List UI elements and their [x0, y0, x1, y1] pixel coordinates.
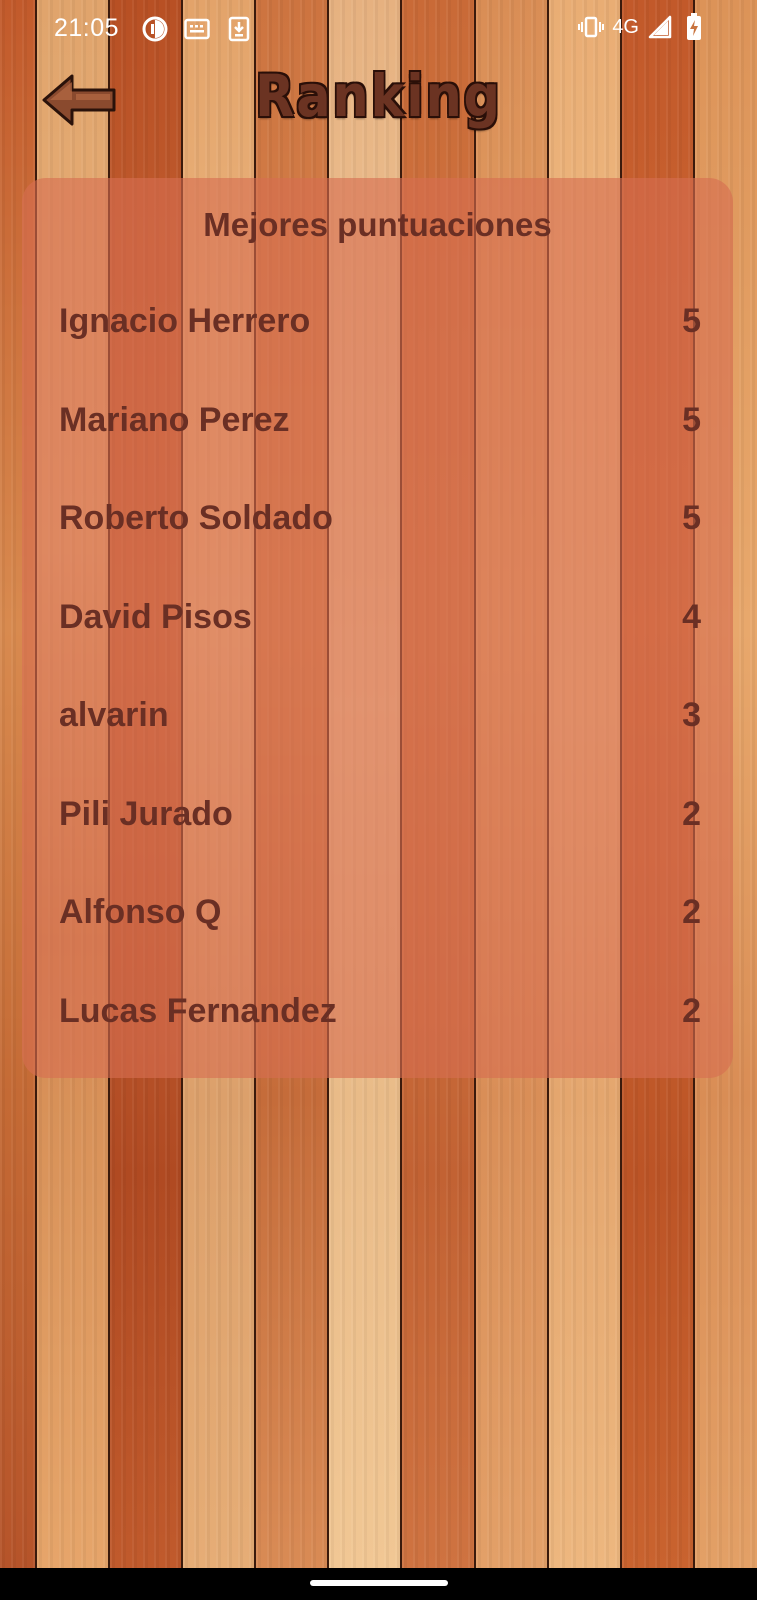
player-score: 2 — [682, 991, 701, 1030]
player-score: 2 — [682, 893, 701, 931]
ranking-list: Ignacio Herrero 5 Mariano Perez 5 Robert… — [59, 298, 701, 1086]
list-item: alvarin 3 — [59, 692, 701, 791]
list-item: Alfonso Q 2 — [59, 889, 701, 988]
battery-charging-icon — [681, 13, 707, 40]
player-name: Lucas Fernandez — [59, 991, 337, 1030]
network-type-label: 4G — [612, 15, 639, 38]
player-name: alvarin — [59, 696, 169, 734]
list-item: Lucas Fernandez 2 — [59, 988, 701, 1087]
list-item: Mariano Perez 5 — [59, 397, 701, 496]
download-icon — [226, 16, 252, 42]
status-right-icons: 4G — [578, 13, 707, 40]
player-name: David Pisos — [59, 597, 252, 636]
player-score: 2 — [682, 794, 701, 833]
player-name: Mariano Perez — [59, 400, 290, 439]
page-title: Ranking — [255, 62, 502, 130]
status-bar: 21:05 4G — [0, 0, 757, 62]
player-name: Ignacio Herrero — [59, 302, 311, 340]
data-saver-icon — [142, 16, 168, 42]
player-score: 5 — [682, 400, 701, 439]
list-item: David Pisos 4 — [59, 594, 701, 693]
player-name: Alfonso Q — [59, 893, 222, 931]
vibrate-icon — [578, 14, 605, 40]
list-item: Ignacio Herrero 5 — [59, 298, 701, 397]
player-score: 4 — [682, 597, 701, 636]
navigation-bar — [0, 1568, 757, 1600]
player-score: 5 — [682, 499, 701, 537]
list-item: Pili Jurado 2 — [59, 791, 701, 890]
ranking-panel: Mejores puntuaciones Ignacio Herrero 5 M… — [22, 178, 733, 1078]
list-item: Roberto Soldado 5 — [59, 495, 701, 594]
home-indicator[interactable] — [310, 1580, 448, 1586]
player-score: 5 — [682, 302, 701, 340]
keyboard-icon — [184, 16, 210, 42]
player-score: 3 — [682, 696, 701, 734]
player-name: Roberto Soldado — [59, 499, 333, 537]
status-time: 21:05 — [54, 14, 120, 42]
panel-heading: Mejores puntuaciones — [203, 206, 552, 243]
signal-icon — [647, 14, 673, 40]
notification-icons — [142, 16, 252, 42]
player-name: Pili Jurado — [59, 794, 233, 833]
